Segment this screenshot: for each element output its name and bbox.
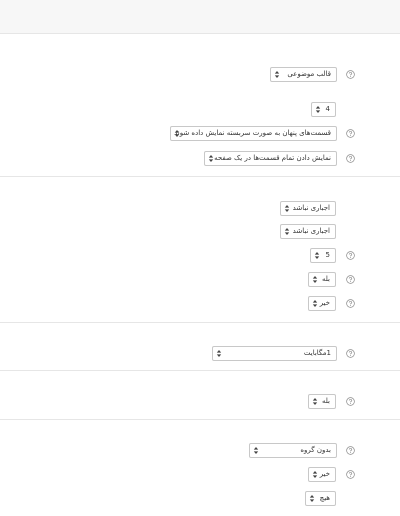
divider bbox=[0, 176, 400, 177]
max-upload-size-value: 1مگابایت bbox=[303, 349, 331, 357]
hidden-sections-select[interactable]: قسمت‌های پنهان به صورت سربسته نمایش داده… bbox=[170, 126, 337, 141]
yes-no-1-value: بله bbox=[321, 275, 330, 283]
requirement-select-b[interactable]: اجباری نباشد bbox=[280, 224, 336, 239]
course-format-value: قالب موضوعی bbox=[287, 70, 331, 78]
divider bbox=[0, 322, 400, 323]
yes-no-select-3[interactable]: بله bbox=[308, 394, 336, 409]
divider bbox=[0, 33, 400, 34]
default-grouping-select[interactable]: هیچ bbox=[305, 491, 336, 506]
max-upload-size-select[interactable]: 1مگابایت bbox=[212, 346, 337, 361]
number-value: 5 bbox=[325, 251, 330, 259]
help-icon[interactable] bbox=[346, 349, 355, 358]
yes-no-2-value: خیر bbox=[319, 299, 330, 307]
help-icon[interactable] bbox=[346, 275, 355, 284]
sort-arrows-icon bbox=[312, 297, 318, 310]
sort-arrows-icon bbox=[314, 249, 320, 262]
help-icon[interactable] bbox=[346, 251, 355, 260]
help-icon[interactable] bbox=[346, 129, 355, 138]
sort-arrows-icon bbox=[253, 444, 259, 457]
group-mode-value: بدون گروه bbox=[300, 446, 331, 454]
yes-no-3-value: بله bbox=[321, 397, 330, 405]
course-settings-page: قالب موضوعی 4 قسمت‌های پنهان به صورت سرب… bbox=[0, 0, 400, 516]
sections-count-value: 4 bbox=[325, 105, 330, 113]
default-grouping-value: هیچ bbox=[319, 494, 330, 502]
number-select[interactable]: 5 bbox=[310, 248, 336, 263]
sort-arrows-icon bbox=[284, 225, 290, 238]
requirement-b-value: اجباری نباشد bbox=[292, 227, 330, 235]
sort-arrows-icon bbox=[284, 202, 290, 215]
requirement-select-a[interactable]: اجباری نباشد bbox=[280, 201, 336, 216]
header-band bbox=[0, 0, 400, 33]
sort-arrows-icon bbox=[309, 492, 315, 505]
sort-arrows-icon bbox=[174, 127, 180, 140]
sort-arrows-icon bbox=[312, 468, 318, 481]
help-icon[interactable] bbox=[346, 299, 355, 308]
sections-count-select[interactable]: 4 bbox=[311, 102, 336, 117]
requirement-a-value: اجباری نباشد bbox=[292, 204, 330, 212]
hidden-sections-value: قسمت‌های پنهان به صورت سربسته نمایش داده… bbox=[174, 129, 331, 137]
force-group-select[interactable]: خیر bbox=[308, 467, 336, 482]
yes-no-select-1[interactable]: بله bbox=[308, 272, 336, 287]
divider bbox=[0, 419, 400, 420]
sort-arrows-icon bbox=[312, 395, 318, 408]
yes-no-select-2[interactable]: خیر bbox=[308, 296, 336, 311]
help-icon[interactable] bbox=[346, 446, 355, 455]
force-group-value: خیر bbox=[319, 470, 330, 478]
group-mode-select[interactable]: بدون گروه bbox=[249, 443, 337, 458]
course-format-select[interactable]: قالب موضوعی bbox=[270, 67, 337, 82]
sort-arrows-icon bbox=[216, 347, 222, 360]
sort-arrows-icon bbox=[208, 152, 214, 165]
sort-arrows-icon bbox=[312, 273, 318, 286]
sort-arrows-icon bbox=[274, 68, 280, 81]
help-icon[interactable] bbox=[346, 470, 355, 479]
help-icon[interactable] bbox=[346, 154, 355, 163]
course-layout-value: نمایش دادن تمام قسمت‌ها در یک صفحه bbox=[214, 154, 331, 162]
divider bbox=[0, 370, 400, 371]
sort-arrows-icon bbox=[315, 103, 321, 116]
help-icon[interactable] bbox=[346, 397, 355, 406]
course-layout-select[interactable]: نمایش دادن تمام قسمت‌ها در یک صفحه bbox=[204, 151, 337, 166]
help-icon[interactable] bbox=[346, 70, 355, 79]
